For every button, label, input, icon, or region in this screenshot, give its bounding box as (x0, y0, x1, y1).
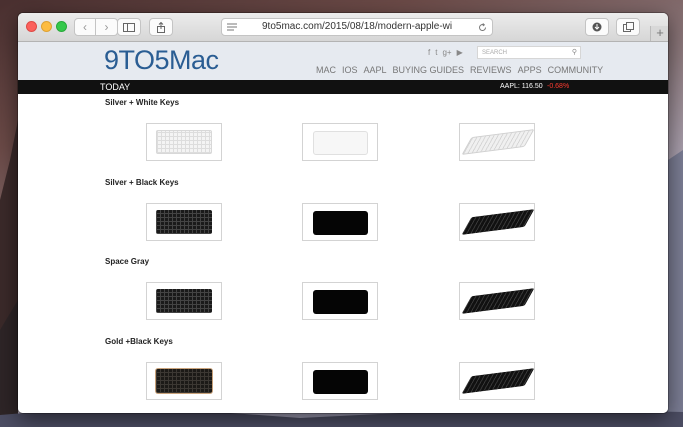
minimize-window-button[interactable] (41, 21, 52, 32)
stock-ticker[interactable]: AAPL: 116.50 (500, 83, 543, 90)
keyboard-image[interactable] (146, 362, 222, 400)
site-nav: MAC IOS AAPL BUYING GUIDES REVIEWS APPS … (316, 65, 603, 75)
facebook-icon[interactable]: f (428, 48, 430, 57)
social-links: f t g+ ▶ (428, 48, 463, 57)
keyboard-image[interactable] (302, 203, 378, 241)
chevron-left-icon: ‹ (83, 20, 87, 34)
google-plus-icon[interactable]: g+ (442, 48, 451, 57)
nav-item-mac[interactable]: MAC (316, 65, 336, 75)
nav-item-apps[interactable]: APPS (518, 65, 542, 75)
section-title: Space Gray (105, 257, 150, 266)
browser-window: ‹ › 9to5mac.com/2015/08/18/modern-apple-… (18, 13, 668, 413)
tabs-overview-button[interactable] (616, 18, 640, 36)
share-button[interactable] (149, 18, 173, 36)
keyboard-image[interactable] (302, 362, 378, 400)
tabs-icon (622, 22, 634, 32)
search-icon[interactable]: ⚲ (572, 47, 577, 59)
keyboard-image[interactable] (302, 123, 378, 161)
nav-item-ios[interactable]: IOS (342, 65, 358, 75)
url-text: 9to5mac.com/2015/08/18/modern-apple-wi (262, 21, 452, 32)
browser-toolbar: ‹ › 9to5mac.com/2015/08/18/modern-apple-… (18, 13, 668, 42)
sidebar-button[interactable] (117, 18, 141, 36)
sidebar-icon (123, 22, 135, 32)
downloads-button[interactable] (585, 18, 609, 36)
nav-item-buying-guides[interactable]: BUYING GUIDES (393, 65, 465, 75)
section-title: Gold +Black Keys (105, 337, 173, 346)
address-bar[interactable]: 9to5mac.com/2015/08/18/modern-apple-wi (221, 18, 493, 36)
keyboard-image[interactable] (459, 362, 535, 400)
section-title: Silver + White Keys (105, 98, 180, 107)
nav-item-reviews[interactable]: REVIEWS (470, 65, 512, 75)
youtube-icon[interactable]: ▶ (457, 48, 463, 57)
back-forward-control: ‹ › (74, 18, 118, 36)
download-icon (592, 22, 602, 32)
keyboard-image[interactable] (146, 282, 222, 320)
site-header: 9TO5Mac f t g+ ▶ SEARCH ⚲ MAC IOS AAPL B… (18, 42, 668, 80)
share-icon (157, 21, 165, 33)
chevron-right-icon: › (104, 20, 109, 34)
forward-button[interactable]: › (96, 18, 118, 36)
search-placeholder: SEARCH (482, 50, 508, 56)
today-label[interactable]: TODAY (100, 82, 130, 92)
keyboard-image[interactable] (146, 123, 222, 161)
back-button[interactable]: ‹ (74, 18, 96, 36)
nav-item-community[interactable]: COMMUNITY (548, 65, 604, 75)
reload-icon[interactable] (478, 23, 487, 32)
close-window-button[interactable] (26, 21, 37, 32)
today-bar: TODAY AAPL: 116.50 -0.68% (18, 80, 668, 94)
new-tab-button[interactable]: + (650, 26, 668, 41)
keyboard-image[interactable] (302, 282, 378, 320)
keyboard-image[interactable] (146, 203, 222, 241)
site-logo[interactable]: 9TO5Mac (104, 45, 219, 76)
stock-change: -0.68% (547, 83, 570, 90)
zoom-window-button[interactable] (56, 21, 67, 32)
twitter-icon[interactable]: t (435, 48, 437, 57)
article-content: Silver + White Keys Silver + Black Keys … (18, 94, 668, 413)
keyboard-image[interactable] (459, 123, 535, 161)
keyboard-image[interactable] (459, 282, 535, 320)
nav-item-aapl[interactable]: AAPL (364, 65, 387, 75)
site-search-input[interactable]: SEARCH ⚲ (477, 46, 581, 59)
section-title: Silver + Black Keys (105, 178, 179, 187)
keyboard-image[interactable] (459, 203, 535, 241)
reader-icon (227, 23, 237, 31)
